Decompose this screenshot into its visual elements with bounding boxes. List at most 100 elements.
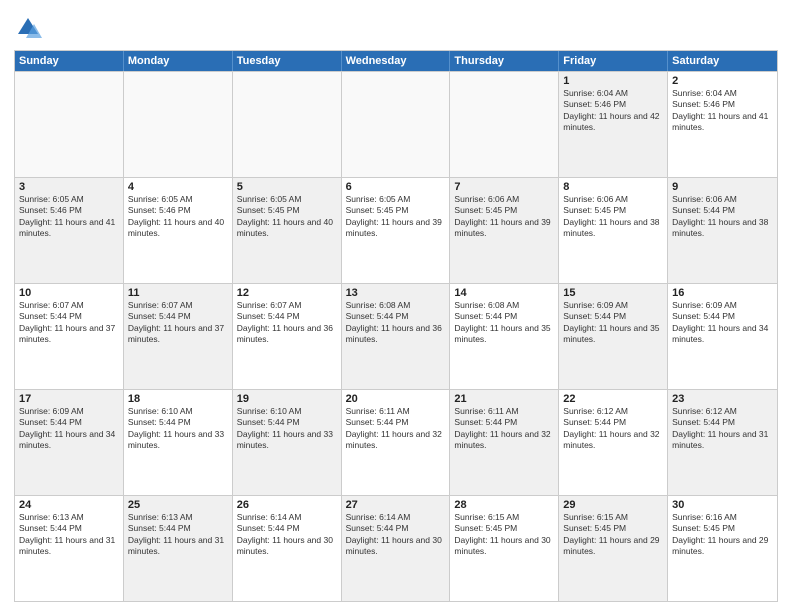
calendar-row-1: 1Sunrise: 6:04 AM Sunset: 5:46 PM Daylig…: [15, 71, 777, 177]
cell-info: Sunrise: 6:14 AM Sunset: 5:44 PM Dayligh…: [237, 512, 337, 558]
day-number: 29: [563, 499, 663, 511]
cal-cell-7: 7Sunrise: 6:06 AM Sunset: 5:45 PM Daylig…: [450, 178, 559, 283]
day-number: 25: [128, 499, 228, 511]
day-number: 17: [19, 393, 119, 405]
day-number: 11: [128, 287, 228, 299]
cell-info: Sunrise: 6:10 AM Sunset: 5:44 PM Dayligh…: [128, 406, 228, 452]
day-number: 7: [454, 181, 554, 193]
cal-cell-empty-0-2: [233, 72, 342, 177]
day-number: 5: [237, 181, 337, 193]
calendar-row-4: 17Sunrise: 6:09 AM Sunset: 5:44 PM Dayli…: [15, 389, 777, 495]
header-day-wednesday: Wednesday: [342, 51, 451, 71]
cal-cell-empty-0-4: [450, 72, 559, 177]
cal-cell-19: 19Sunrise: 6:10 AM Sunset: 5:44 PM Dayli…: [233, 390, 342, 495]
cal-cell-21: 21Sunrise: 6:11 AM Sunset: 5:44 PM Dayli…: [450, 390, 559, 495]
cell-info: Sunrise: 6:04 AM Sunset: 5:46 PM Dayligh…: [563, 88, 663, 134]
header-day-saturday: Saturday: [668, 51, 777, 71]
header-day-friday: Friday: [559, 51, 668, 71]
cell-info: Sunrise: 6:05 AM Sunset: 5:46 PM Dayligh…: [128, 194, 228, 240]
calendar-header: SundayMondayTuesdayWednesdayThursdayFrid…: [15, 51, 777, 71]
cal-cell-24: 24Sunrise: 6:13 AM Sunset: 5:44 PM Dayli…: [15, 496, 124, 601]
cal-cell-11: 11Sunrise: 6:07 AM Sunset: 5:44 PM Dayli…: [124, 284, 233, 389]
header-day-monday: Monday: [124, 51, 233, 71]
day-number: 15: [563, 287, 663, 299]
cal-cell-9: 9Sunrise: 6:06 AM Sunset: 5:44 PM Daylig…: [668, 178, 777, 283]
cal-cell-27: 27Sunrise: 6:14 AM Sunset: 5:44 PM Dayli…: [342, 496, 451, 601]
cell-info: Sunrise: 6:13 AM Sunset: 5:44 PM Dayligh…: [19, 512, 119, 558]
cell-info: Sunrise: 6:12 AM Sunset: 5:44 PM Dayligh…: [672, 406, 773, 452]
cal-cell-2: 2Sunrise: 6:04 AM Sunset: 5:46 PM Daylig…: [668, 72, 777, 177]
day-number: 26: [237, 499, 337, 511]
cal-cell-empty-0-1: [124, 72, 233, 177]
day-number: 6: [346, 181, 446, 193]
day-number: 27: [346, 499, 446, 511]
day-number: 12: [237, 287, 337, 299]
page: SundayMondayTuesdayWednesdayThursdayFrid…: [0, 0, 792, 612]
header: [14, 10, 778, 42]
cal-cell-1: 1Sunrise: 6:04 AM Sunset: 5:46 PM Daylig…: [559, 72, 668, 177]
cell-info: Sunrise: 6:08 AM Sunset: 5:44 PM Dayligh…: [454, 300, 554, 346]
cal-cell-empty-0-0: [15, 72, 124, 177]
calendar-body: 1Sunrise: 6:04 AM Sunset: 5:46 PM Daylig…: [15, 71, 777, 601]
cell-info: Sunrise: 6:12 AM Sunset: 5:44 PM Dayligh…: [563, 406, 663, 452]
cell-info: Sunrise: 6:16 AM Sunset: 5:45 PM Dayligh…: [672, 512, 773, 558]
cell-info: Sunrise: 6:07 AM Sunset: 5:44 PM Dayligh…: [19, 300, 119, 346]
day-number: 13: [346, 287, 446, 299]
cal-cell-30: 30Sunrise: 6:16 AM Sunset: 5:45 PM Dayli…: [668, 496, 777, 601]
cal-cell-25: 25Sunrise: 6:13 AM Sunset: 5:44 PM Dayli…: [124, 496, 233, 601]
cell-info: Sunrise: 6:09 AM Sunset: 5:44 PM Dayligh…: [563, 300, 663, 346]
day-number: 14: [454, 287, 554, 299]
cell-info: Sunrise: 6:05 AM Sunset: 5:46 PM Dayligh…: [19, 194, 119, 240]
cell-info: Sunrise: 6:10 AM Sunset: 5:44 PM Dayligh…: [237, 406, 337, 452]
header-day-sunday: Sunday: [15, 51, 124, 71]
day-number: 30: [672, 499, 773, 511]
cell-info: Sunrise: 6:15 AM Sunset: 5:45 PM Dayligh…: [454, 512, 554, 558]
calendar: SundayMondayTuesdayWednesdayThursdayFrid…: [14, 50, 778, 602]
day-number: 28: [454, 499, 554, 511]
cal-cell-15: 15Sunrise: 6:09 AM Sunset: 5:44 PM Dayli…: [559, 284, 668, 389]
header-day-tuesday: Tuesday: [233, 51, 342, 71]
day-number: 1: [563, 75, 663, 87]
day-number: 3: [19, 181, 119, 193]
cell-info: Sunrise: 6:11 AM Sunset: 5:44 PM Dayligh…: [454, 406, 554, 452]
day-number: 21: [454, 393, 554, 405]
cal-cell-8: 8Sunrise: 6:06 AM Sunset: 5:45 PM Daylig…: [559, 178, 668, 283]
day-number: 20: [346, 393, 446, 405]
cal-cell-6: 6Sunrise: 6:05 AM Sunset: 5:45 PM Daylig…: [342, 178, 451, 283]
cal-cell-23: 23Sunrise: 6:12 AM Sunset: 5:44 PM Dayli…: [668, 390, 777, 495]
cell-info: Sunrise: 6:04 AM Sunset: 5:46 PM Dayligh…: [672, 88, 773, 134]
cell-info: Sunrise: 6:14 AM Sunset: 5:44 PM Dayligh…: [346, 512, 446, 558]
cal-cell-5: 5Sunrise: 6:05 AM Sunset: 5:45 PM Daylig…: [233, 178, 342, 283]
header-day-thursday: Thursday: [450, 51, 559, 71]
cell-info: Sunrise: 6:09 AM Sunset: 5:44 PM Dayligh…: [672, 300, 773, 346]
day-number: 16: [672, 287, 773, 299]
logo: [14, 14, 46, 42]
cell-info: Sunrise: 6:08 AM Sunset: 5:44 PM Dayligh…: [346, 300, 446, 346]
cell-info: Sunrise: 6:06 AM Sunset: 5:45 PM Dayligh…: [454, 194, 554, 240]
cal-cell-16: 16Sunrise: 6:09 AM Sunset: 5:44 PM Dayli…: [668, 284, 777, 389]
cell-info: Sunrise: 6:06 AM Sunset: 5:45 PM Dayligh…: [563, 194, 663, 240]
day-number: 18: [128, 393, 228, 405]
cal-cell-20: 20Sunrise: 6:11 AM Sunset: 5:44 PM Dayli…: [342, 390, 451, 495]
day-number: 23: [672, 393, 773, 405]
cal-cell-17: 17Sunrise: 6:09 AM Sunset: 5:44 PM Dayli…: [15, 390, 124, 495]
cell-info: Sunrise: 6:05 AM Sunset: 5:45 PM Dayligh…: [237, 194, 337, 240]
calendar-row-5: 24Sunrise: 6:13 AM Sunset: 5:44 PM Dayli…: [15, 495, 777, 601]
cell-info: Sunrise: 6:07 AM Sunset: 5:44 PM Dayligh…: [128, 300, 228, 346]
cal-cell-29: 29Sunrise: 6:15 AM Sunset: 5:45 PM Dayli…: [559, 496, 668, 601]
day-number: 8: [563, 181, 663, 193]
cal-cell-13: 13Sunrise: 6:08 AM Sunset: 5:44 PM Dayli…: [342, 284, 451, 389]
cell-info: Sunrise: 6:07 AM Sunset: 5:44 PM Dayligh…: [237, 300, 337, 346]
cell-info: Sunrise: 6:05 AM Sunset: 5:45 PM Dayligh…: [346, 194, 446, 240]
day-number: 10: [19, 287, 119, 299]
calendar-row-2: 3Sunrise: 6:05 AM Sunset: 5:46 PM Daylig…: [15, 177, 777, 283]
day-number: 9: [672, 181, 773, 193]
day-number: 24: [19, 499, 119, 511]
logo-icon: [14, 14, 42, 42]
cal-cell-14: 14Sunrise: 6:08 AM Sunset: 5:44 PM Dayli…: [450, 284, 559, 389]
cell-info: Sunrise: 6:15 AM Sunset: 5:45 PM Dayligh…: [563, 512, 663, 558]
cal-cell-28: 28Sunrise: 6:15 AM Sunset: 5:45 PM Dayli…: [450, 496, 559, 601]
cal-cell-10: 10Sunrise: 6:07 AM Sunset: 5:44 PM Dayli…: [15, 284, 124, 389]
calendar-row-3: 10Sunrise: 6:07 AM Sunset: 5:44 PM Dayli…: [15, 283, 777, 389]
cal-cell-empty-0-3: [342, 72, 451, 177]
